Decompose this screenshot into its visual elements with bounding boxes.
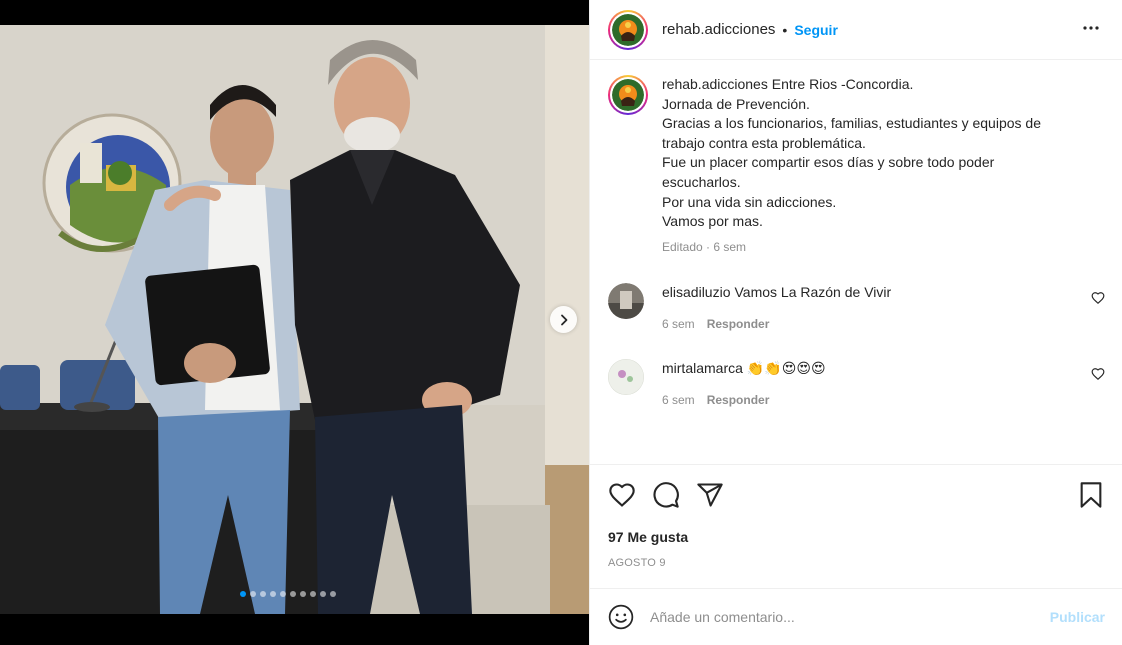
comment-age[interactable]: 6 sem — [662, 317, 695, 331]
avatar[interactable] — [608, 283, 644, 320]
post-media — [0, 25, 589, 614]
carousel-dot — [290, 591, 296, 597]
carousel-dot — [320, 591, 326, 597]
carousel-dot — [330, 591, 336, 597]
comment-item: elisadiluzio Vamos La Razón de Vivir 6 se… — [608, 279, 1105, 333]
caption-line: Gracias a los funcionarios, familias, es… — [662, 115, 1041, 132]
heart-icon[interactable] — [1091, 367, 1105, 381]
caption-line: Vamos por mas. — [662, 213, 763, 230]
avatar[interactable] — [608, 75, 648, 115]
carousel-dot — [260, 591, 266, 597]
comments-list[interactable]: rehab.adicciones Entre Rios -Concordia. … — [590, 61, 1122, 464]
bookmark-icon[interactable] — [1077, 481, 1105, 509]
reply-button[interactable]: Responder — [707, 317, 770, 331]
profile-logo — [612, 13, 644, 46]
more-horizontal-icon[interactable] — [1079, 16, 1103, 40]
carousel-dot — [270, 591, 276, 597]
post-header: rehab.adicciones • Seguir — [590, 0, 1122, 60]
caption-line: Jornada de Prevención. — [662, 95, 810, 112]
post-comment-button[interactable]: Publicar — [1050, 609, 1105, 625]
carousel-dot — [280, 591, 286, 597]
comment-text: Vamos La Razón de Vivir — [734, 284, 892, 301]
comment-username[interactable]: mirtalamarca — [662, 360, 743, 376]
comment-username[interactable]: elisadiluzio — [662, 284, 730, 300]
paper-plane-icon[interactable] — [696, 481, 724, 509]
carousel-dot — [250, 591, 256, 597]
caption-meta: Editado · 6 sem — [662, 239, 747, 254]
post-date[interactable]: AGOSTO 9 — [608, 557, 1105, 569]
header-separator: • — [782, 21, 788, 38]
caption-line: Entre Rios -Concordia. — [771, 76, 914, 92]
carousel-dot — [310, 591, 316, 597]
header-username[interactable]: rehab.adicciones — [662, 21, 775, 38]
comment-age[interactable]: 6 sem — [662, 393, 695, 407]
post-side-panel: rehab.adicciones • Seguir rehab.adiccion… — [589, 0, 1122, 645]
heart-icon[interactable] — [1091, 291, 1105, 305]
follow-button[interactable]: Seguir — [794, 22, 838, 38]
comment-text: 👏👏😍😍😍 — [746, 360, 826, 377]
post-actions: 97 Me gusta AGOSTO 9 — [590, 464, 1122, 569]
caption: rehab.adicciones Entre Rios -Concordia. … — [608, 75, 1105, 257]
comment-composer: Publicar — [590, 588, 1122, 645]
next-slide-button[interactable] — [550, 306, 577, 333]
comment-icon[interactable] — [652, 481, 680, 509]
heart-icon[interactable] — [608, 481, 636, 509]
reply-button[interactable]: Responder — [707, 393, 770, 407]
caption-username[interactable]: rehab.adicciones — [662, 76, 768, 92]
carousel-indicator — [240, 591, 336, 597]
post-modal: rehab.adicciones • Seguir rehab.adiccion… — [0, 0, 1122, 645]
emoji-icon[interactable] — [608, 604, 634, 630]
profile-logo — [612, 79, 644, 111]
comment-item: mirtalamarca 👏👏😍😍😍 6 sem Responder — [608, 355, 1105, 409]
caption-body: rehab.adicciones Entre Rios -Concordia. … — [662, 75, 1041, 257]
carousel-dot — [300, 591, 306, 597]
avatar[interactable] — [608, 359, 644, 396]
likes-count[interactable]: 97 Me gusta — [608, 529, 1105, 545]
caption-line: escucharlos. — [662, 173, 741, 190]
chevron-right-icon — [560, 314, 567, 325]
post-photo — [0, 25, 589, 614]
avatar[interactable] — [608, 9, 648, 50]
carousel-dot — [240, 591, 246, 597]
caption-line: Fue un placer compartir esos días y sobr… — [662, 154, 995, 171]
caption-line: trabajo contra esta problemática. — [662, 134, 866, 151]
caption-line: Por una vida sin adicciones. — [662, 193, 837, 210]
comment-input[interactable] — [650, 609, 1050, 625]
